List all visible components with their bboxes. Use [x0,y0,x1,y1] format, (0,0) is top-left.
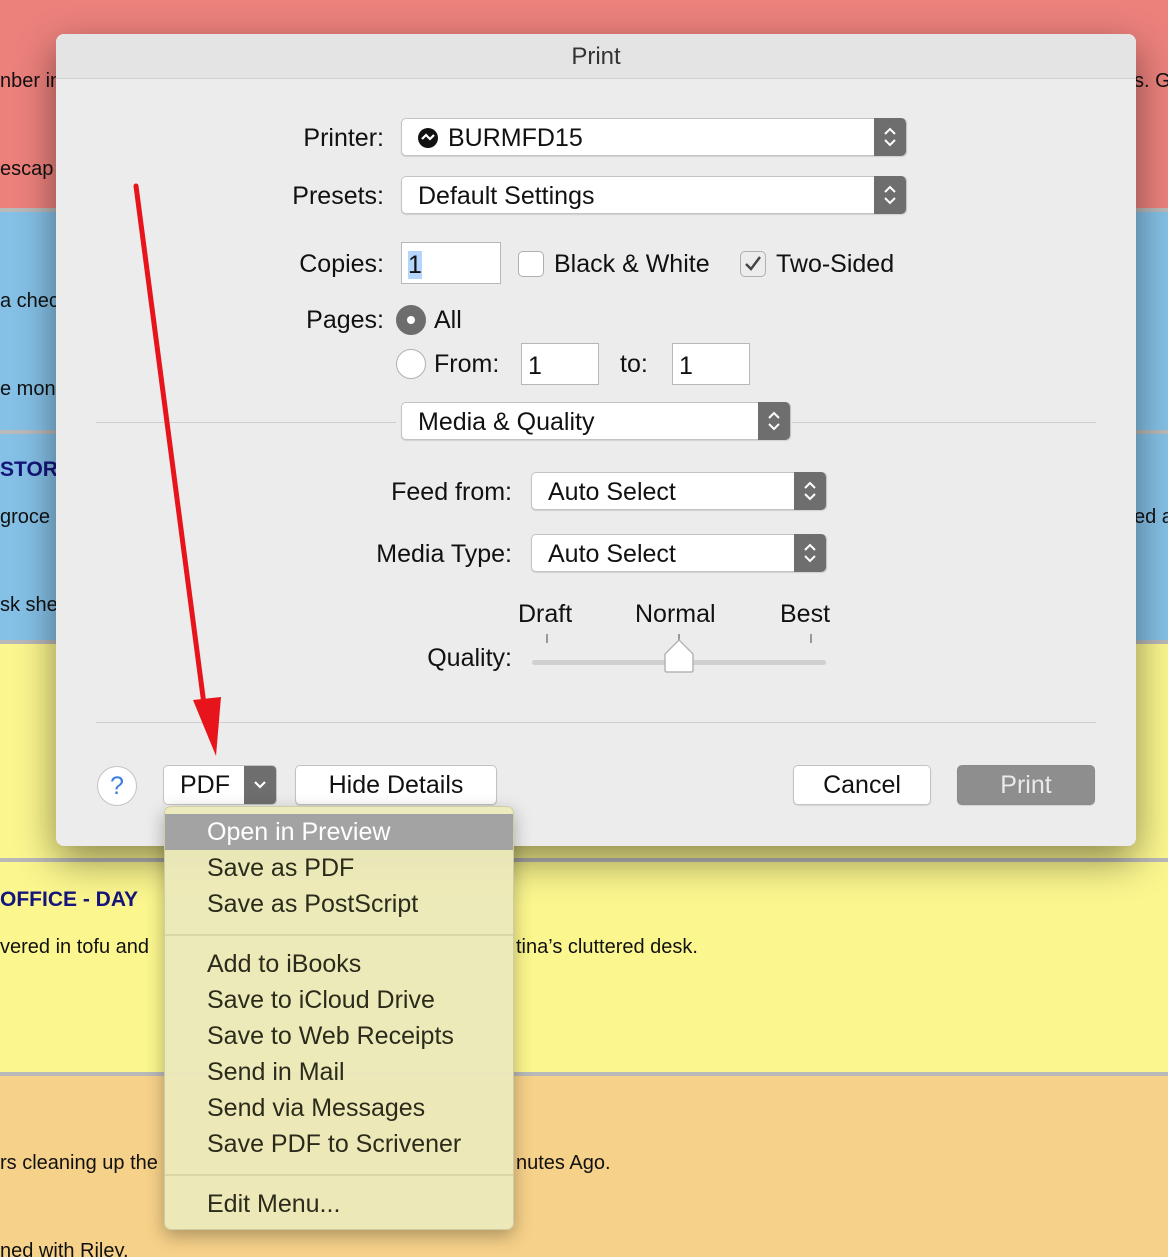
scene-heading: OFFICE - DAY [0,888,139,911]
copies-label: Copies: [299,250,384,278]
menu-item-edit-menu[interactable]: Edit Menu... [165,1186,513,1222]
black-white-checkbox[interactable] [518,251,544,277]
band-text: ed a [1134,506,1168,528]
help-button[interactable]: ? [97,766,137,806]
presets-popup[interactable]: Default Settings [401,176,907,214]
updown-chevron-icon [758,402,790,440]
menu-item-save-to-icloud-drive[interactable]: Save to iCloud Drive [165,982,513,1018]
chevron-down-icon [244,766,276,804]
pages-to-label: to: [620,350,648,378]
pages-from-radio[interactable] [396,349,426,379]
quality-slider-thumb[interactable] [663,638,695,674]
quality-best-label: Best [780,600,831,628]
bottom-divider [96,722,1096,723]
section-divider [792,422,1096,423]
section-value: Media & Quality [418,408,595,436]
quality-label: Quality: [427,644,512,672]
pdf-button-label: PDF [180,771,230,799]
two-sided-checkbox[interactable] [740,251,766,277]
pages-from-value: 1 [528,352,542,380]
menu-item-save-as-postscript[interactable]: Save as PostScript [165,886,513,922]
feed-from-value: Auto Select [548,478,676,506]
media-type-popup[interactable]: Auto Select [531,534,827,572]
printer-value: BURMFD15 [448,124,583,152]
copies-field[interactable]: 1 [401,242,501,284]
presets-label: Presets: [292,182,384,210]
band-text: a chec [0,290,59,312]
two-sided-label[interactable]: Two-Sided [776,250,894,279]
dialog-titlebar[interactable]: Print [56,34,1136,79]
cancel-button[interactable]: Cancel [793,765,931,805]
menu-item-save-as-pdf[interactable]: Save as PDF [165,850,513,886]
quality-draft-label: Draft [518,600,573,628]
quality-normal-label: Normal [635,600,716,628]
section-divider [96,422,396,423]
media-type-value: Auto Select [548,540,676,568]
updown-chevron-icon [794,534,826,572]
black-white-label[interactable]: Black & White [554,250,710,279]
band-text: vered in tofu and [0,936,149,958]
band-text: nber in [0,70,62,92]
media-type-label: Media Type: [376,540,512,568]
hide-details-button[interactable]: Hide Details [295,765,497,805]
pages-from-field[interactable]: 1 [521,343,599,385]
print-button[interactable]: Print [957,765,1095,805]
menu-separator [165,1174,513,1176]
band-text: nutes Ago. [516,1152,611,1174]
scene-heading: STOR [0,458,58,481]
menu-item-open-in-preview[interactable]: Open in Preview [165,814,513,850]
band-text: rs cleaning up the [0,1152,158,1174]
copies-value: 1 [408,251,422,279]
updown-chevron-icon [874,118,906,156]
menu-item-send-via-messages[interactable]: Send via Messages [165,1090,513,1126]
band-text: groce [0,506,51,528]
band-text: e mon [0,378,56,400]
menu-separator [165,934,513,936]
pages-to-value: 1 [679,352,693,380]
checkmark-icon [745,256,761,271]
section-popup[interactable]: Media & Quality [401,402,791,440]
presets-value: Default Settings [418,182,595,210]
pages-label: Pages: [306,306,384,334]
printer-status-icon [418,128,438,148]
feed-from-label: Feed from: [391,478,512,506]
menu-item-send-in-mail[interactable]: Send in Mail [165,1054,513,1090]
feed-from-popup[interactable]: Auto Select [531,472,827,510]
band-text: ned with Riley. [0,1240,129,1257]
slider-tick [810,634,812,643]
pages-all-radio[interactable] [396,305,426,335]
menu-item-save-to-web-receipts[interactable]: Save to Web Receipts [165,1018,513,1054]
band-text: escap [0,158,54,180]
pages-from-label[interactable]: From: [434,350,499,379]
band-text: sk she [0,594,58,616]
print-dialog: Print Printer: BURMFD15 Presets: Default… [56,34,1136,846]
printer-popup[interactable]: BURMFD15 [401,118,907,156]
menu-item-save-pdf-to-scrivener[interactable]: Save PDF to Scrivener [165,1126,513,1162]
printer-label: Printer: [303,124,384,152]
pages-to-field[interactable]: 1 [672,343,750,385]
band-text: s. G [1134,70,1168,92]
pages-all-label[interactable]: All [434,306,462,335]
slider-tick [546,634,548,643]
dialog-title: Print [571,43,621,70]
pdf-menu-button[interactable]: PDF [163,765,277,805]
updown-chevron-icon [794,472,826,510]
pdf-dropdown-menu: Open in Preview Save as PDF Save as Post… [164,806,514,1230]
menu-item-add-to-ibooks[interactable]: Add to iBooks [165,946,513,982]
band-text: tina’s cluttered desk. [516,936,698,958]
updown-chevron-icon [874,176,906,214]
